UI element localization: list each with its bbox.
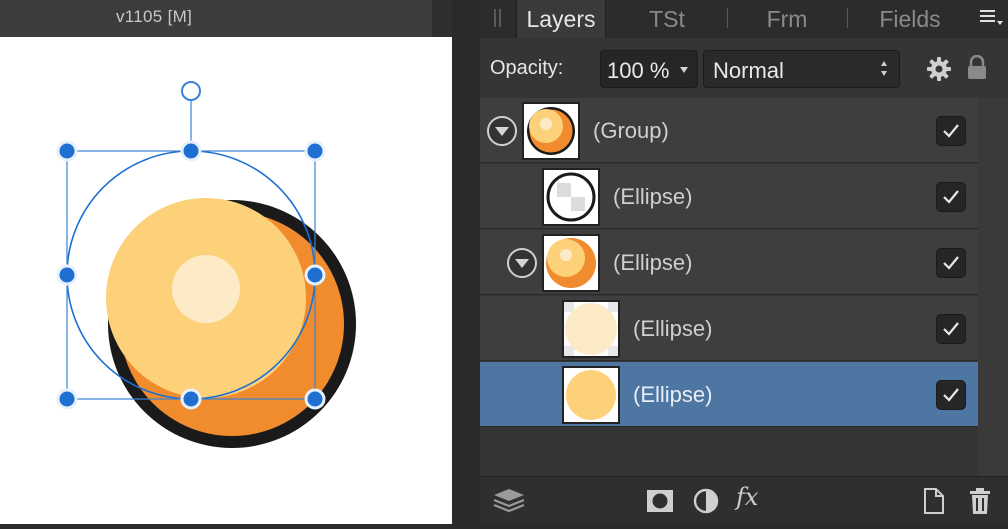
disclosure-triangle-icon[interactable] — [487, 116, 517, 146]
document-title: v1105 [M] — [116, 7, 193, 26]
canvas[interactable] — [0, 38, 452, 524]
layers-empty-area — [480, 428, 978, 476]
visibility-checkbox[interactable] — [936, 248, 966, 278]
layer-row-ellipse[interactable]: (Ellipse) — [480, 296, 978, 361]
handle-top-center[interactable] — [180, 140, 202, 162]
layer-row-group[interactable]: (Group) — [480, 98, 978, 163]
opacity-field[interactable]: 100 % — [600, 50, 698, 88]
layer-name: (Ellipse) — [633, 316, 713, 341]
fx-icon[interactable]: fx — [736, 483, 758, 511]
layer-thumbnail — [522, 102, 580, 160]
handle-bottom-left[interactable] — [56, 388, 78, 410]
gear-icon[interactable] — [926, 56, 952, 82]
tab-bar-edge — [432, 0, 452, 37]
layer-row-ellipse-selected[interactable]: (Ellipse) — [480, 362, 978, 427]
handle-bottom-center[interactable] — [180, 388, 202, 410]
chevron-down-icon[interactable] — [680, 67, 688, 73]
new-layer-icon[interactable] — [922, 487, 950, 515]
tab-separator — [727, 8, 728, 28]
tab-frm[interactable]: Frm — [742, 0, 832, 38]
layer-row-ellipse[interactable]: (Ellipse) — [480, 230, 978, 295]
document-tab-bar: v1105 [M] — [0, 0, 452, 37]
ball-highlight — [172, 255, 240, 323]
artwork — [56, 81, 356, 448]
handle-top-left[interactable] — [56, 140, 78, 162]
blend-mode-value: Normal — [713, 58, 784, 83]
handle-bottom-right[interactable] — [304, 388, 326, 410]
handle-middle-right[interactable] — [304, 264, 326, 286]
document-tab[interactable]: v1105 [M] — [0, 0, 432, 37]
layer-row-ellipse[interactable]: (Ellipse) — [480, 164, 978, 229]
blend-mode-select[interactable]: Normal — [703, 50, 900, 88]
handle-top-right[interactable] — [304, 140, 326, 162]
tab-tst[interactable]: TSt — [620, 0, 714, 38]
visibility-checkbox[interactable] — [936, 116, 966, 146]
visibility-checkbox[interactable] — [936, 380, 966, 410]
tab-fields[interactable]: Fields — [860, 0, 960, 38]
adjustment-icon[interactable] — [692, 487, 720, 515]
layer-name: (Ellipse) — [613, 184, 693, 209]
lock-icon[interactable] — [966, 54, 988, 81]
disclosure-triangle-icon[interactable] — [507, 248, 537, 278]
stepper-down-icon — [881, 71, 887, 76]
panel-footer-toolbar: fx — [480, 476, 1008, 524]
document-window: v1105 [M] — [0, 0, 452, 524]
opacity-value: 100 % — [607, 58, 670, 83]
layer-thumbnail — [562, 300, 620, 358]
mask-icon[interactable] — [646, 487, 674, 515]
layer-options-bar: Opacity: 100 % Normal — [480, 38, 1008, 98]
tab-layers[interactable]: Layers — [516, 0, 606, 38]
trash-icon[interactable] — [968, 487, 996, 515]
panel-menu-icon[interactable] — [980, 8, 1003, 30]
visibility-checkbox[interactable] — [936, 182, 966, 212]
layer-name: (Group) — [593, 118, 669, 143]
rotation-handle[interactable] — [181, 81, 201, 101]
panel-tab-bar: Layers TSt Frm Fields — [480, 0, 1008, 38]
layer-thumbnail — [542, 234, 600, 292]
tab-separator — [847, 8, 848, 28]
layers-list: (Group) (Ellipse) (Ellipse) (Ellipse) (E… — [480, 98, 978, 476]
layer-thumbnail — [562, 366, 620, 424]
panel-divider[interactable] — [452, 0, 480, 524]
stepper-up-icon — [881, 61, 887, 66]
layer-thumbnail — [542, 168, 600, 226]
layer-name: (Ellipse) — [613, 250, 693, 275]
layers-scroll-gutter[interactable] — [978, 98, 1008, 476]
layers-stack-icon[interactable] — [492, 487, 525, 515]
drag-grip-icon[interactable] — [494, 9, 502, 27]
opacity-label: Opacity: — [490, 57, 564, 79]
handle-middle-left[interactable] — [56, 264, 78, 286]
visibility-checkbox[interactable] — [936, 314, 966, 344]
layer-name: (Ellipse) — [633, 382, 713, 407]
layers-panel: Layers TSt Frm Fields Opacity: 100 % Nor… — [480, 0, 1008, 524]
